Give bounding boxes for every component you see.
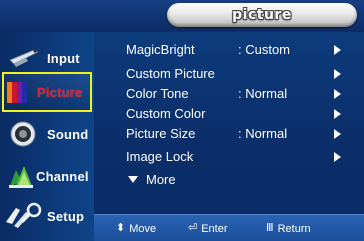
help-return: Ⅲ Return (266, 215, 311, 241)
help-return-label: Return (277, 222, 311, 235)
menu-item-custom-color[interactable]: Custom Color (94, 104, 364, 123)
menu-list: MagicBright : Custom Custom Picture Colo… (94, 32, 364, 214)
menu-item-picture-size[interactable]: Picture Size : Normal (94, 124, 364, 143)
sidebar-item-label: Setup (47, 208, 85, 224)
channel-icon (6, 156, 36, 196)
menu-item-color-tone[interactable]: Color Tone : Normal (94, 84, 364, 103)
menu-item-image-lock[interactable]: Image Lock (94, 147, 364, 166)
menu-item-value: : Normal (238, 126, 288, 141)
page-title: picture (232, 7, 292, 23)
help-bar: ⬍ Move ⏎ Enter Ⅲ Return (94, 214, 364, 241)
menu-item-custom-picture[interactable]: Custom Picture (94, 64, 364, 83)
return-icon: Ⅲ (266, 222, 274, 234)
osd-menu: picture Input Picture Sound Channel Setu… (0, 0, 364, 241)
chevron-right-icon (334, 89, 341, 99)
sidebar-item-channel[interactable]: Channel (0, 156, 94, 196)
enter-icon: ⏎ (188, 222, 198, 234)
menu-item-label: Custom Picture (126, 66, 215, 81)
sound-icon (8, 114, 38, 154)
menu-item-value: : Custom (238, 42, 291, 57)
move-icon: ⬍ (116, 222, 126, 234)
chevron-right-icon (334, 152, 341, 162)
menu-item-magicbright[interactable]: MagicBright : Custom (94, 40, 364, 59)
menu-item-label: Custom Color (126, 106, 206, 121)
help-enter: ⏎ Enter (188, 215, 228, 241)
chevron-down-icon (128, 176, 138, 183)
picture-icon (6, 74, 36, 110)
chevron-right-icon (334, 45, 341, 55)
menu-item-label: Picture Size (126, 126, 196, 141)
menu-item-label: Color Tone (126, 86, 189, 101)
sidebar-item-sound[interactable]: Sound (0, 114, 94, 154)
more-label: More (146, 172, 176, 187)
sidebar-item-label: Sound (47, 126, 89, 142)
more-button[interactable]: More (94, 170, 364, 189)
help-enter-label: Enter (201, 222, 228, 235)
chevron-right-icon (334, 129, 341, 139)
sidebar-item-picture[interactable]: Picture (2, 72, 92, 112)
sidebar: Input Picture Sound Channel Setup (0, 32, 94, 241)
chevron-right-icon (334, 109, 341, 119)
setup-icon (4, 196, 44, 236)
menu-item-value: : Normal (238, 86, 288, 101)
menu-item-label: MagicBright (126, 42, 195, 57)
menu-item-label: Image Lock (126, 149, 194, 164)
chevron-right-icon (334, 69, 341, 79)
help-move-label: Move (129, 222, 157, 235)
sidebar-item-label: Channel (36, 168, 89, 184)
sidebar-item-setup[interactable]: Setup (0, 196, 94, 236)
sidebar-item-label: Picture (37, 84, 83, 100)
help-move: ⬍ Move (116, 215, 156, 241)
